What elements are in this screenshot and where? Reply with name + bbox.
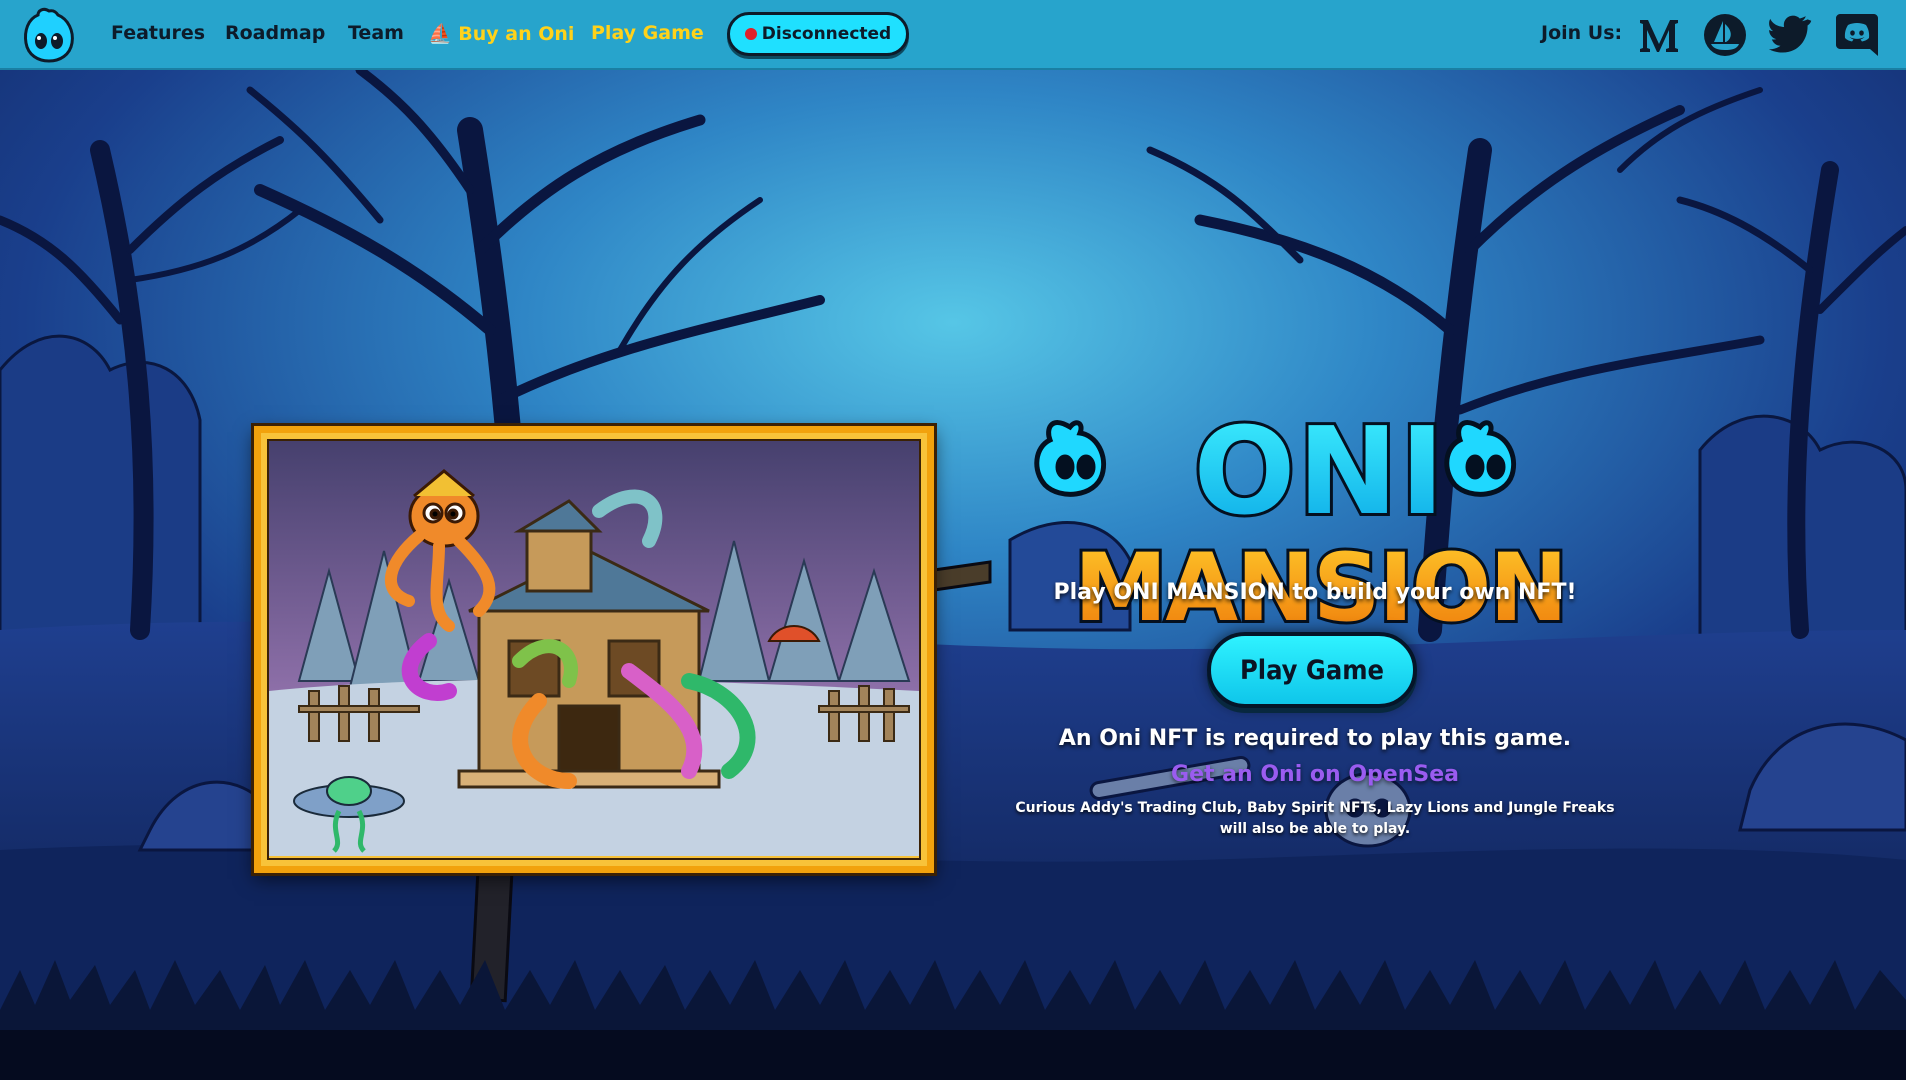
opensea-icon[interactable]: [1702, 12, 1748, 58]
wallet-status-label: Disconnected: [761, 24, 892, 44]
nft-required-notice: An Oni NFT is required to play this game…: [1058, 726, 1572, 751]
title-oni-text: ONI: [1193, 403, 1446, 542]
nav-link-buy-an-oni[interactable]: ⛵ Buy an Oni: [428, 22, 574, 45]
play-game-button[interactable]: Play Game: [1207, 632, 1417, 708]
hero-scene: ONI MANSION Play ONI MANSION to build yo…: [0, 70, 1906, 1080]
medium-icon[interactable]: [1636, 12, 1682, 58]
hero-tagline: Play ONI MANSION to build your own NFT!: [1053, 580, 1577, 605]
top-nav: Features Roadmap Team ⛵ Buy an Oni Play …: [0, 0, 1906, 70]
game-artwork-frame: [254, 426, 934, 873]
oni-mansion-artwork: [267, 439, 921, 860]
spirit-flame-right-icon: [1444, 420, 1516, 497]
spirit-flame-left-icon: [1034, 420, 1106, 497]
twitter-icon[interactable]: [1768, 12, 1814, 58]
discord-icon[interactable]: [1834, 12, 1880, 58]
wallet-status-button[interactable]: Disconnected: [727, 12, 909, 56]
opensea-link[interactable]: Get an Oni on OpenSea: [1000, 762, 1630, 787]
status-dot-icon: [744, 28, 757, 40]
partner-collections-note: Curious Addy's Trading Club, Baby Spirit…: [1015, 800, 1615, 837]
nav-link-features[interactable]: Features: [111, 22, 205, 44]
mansion-illustration: [269, 441, 919, 856]
oni-logo-icon[interactable]: [20, 5, 78, 63]
join-us-label: Join Us:: [1541, 22, 1623, 44]
nav-link-team[interactable]: Team: [348, 22, 404, 44]
nav-link-play-game[interactable]: Play Game: [591, 22, 704, 44]
nav-link-roadmap[interactable]: Roadmap: [225, 22, 325, 44]
